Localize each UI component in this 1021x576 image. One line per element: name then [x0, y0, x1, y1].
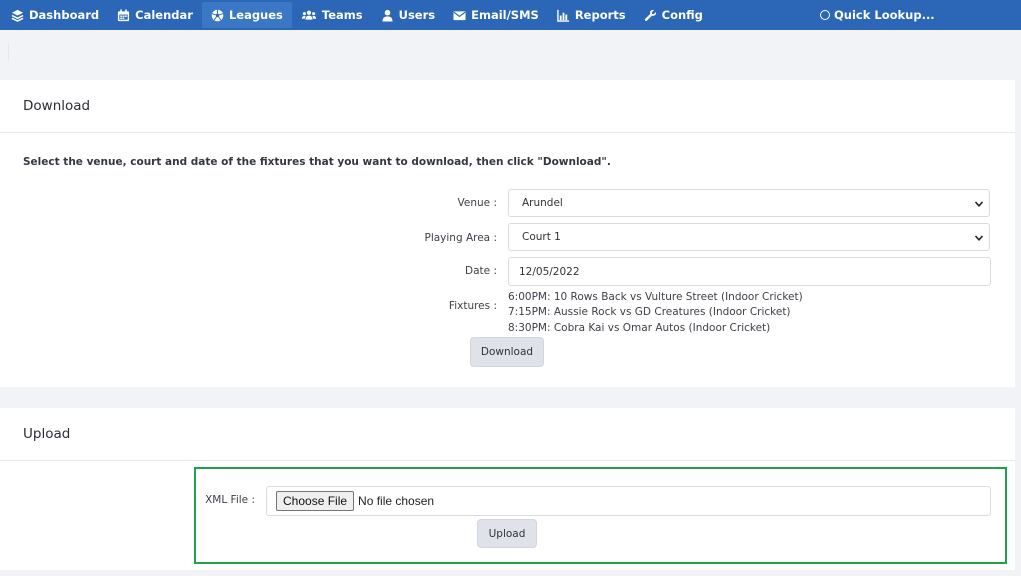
- xml-file-label: XML File :: [205, 494, 255, 506]
- bar-chart-icon: [557, 9, 570, 22]
- download-button[interactable]: Download: [470, 337, 544, 367]
- playing-area-label: Playing Area :: [424, 232, 497, 244]
- calendar-icon: [117, 8, 130, 22]
- venue-select[interactable]: Arundel: [508, 189, 990, 217]
- nav-label: Teams: [321, 8, 363, 22]
- fixture-item: 8:30PM: Cobra Kai vs Omar Autos (Indoor …: [508, 322, 771, 334]
- xml-file-input[interactable]: Choose File No file chosen: [266, 486, 991, 516]
- upload-button[interactable]: Upload: [477, 519, 537, 548]
- download-title: Download: [0, 80, 1015, 133]
- users-group-icon: [301, 9, 317, 22]
- nav-dashboard[interactable]: Dashboard: [2, 0, 108, 30]
- nav-label: Users: [398, 8, 436, 22]
- layers-icon: [11, 9, 24, 22]
- nav-teams[interactable]: Teams: [292, 0, 372, 30]
- playing-area-select[interactable]: Court 1: [508, 223, 990, 251]
- search-icon: [820, 10, 830, 20]
- nav-label: Leagues: [228, 8, 283, 22]
- date-label: Date :: [465, 265, 497, 277]
- fixtures-label: Fixtures :: [448, 300, 497, 312]
- nav-reports[interactable]: Reports: [548, 0, 635, 30]
- divider: [8, 44, 9, 60]
- venue-value: Arundel: [522, 197, 563, 209]
- fixture-item: 7:15PM: Aussie Rock vs GD Creatures (Ind…: [508, 306, 791, 318]
- nav-config[interactable]: Config: [635, 0, 712, 30]
- venue-label: Venue :: [457, 197, 497, 209]
- upload-title: Upload: [0, 408, 1015, 461]
- date-input[interactable]: 12/05/2022: [508, 257, 991, 286]
- envelope-icon: [453, 9, 466, 22]
- nav-label: Email/SMS: [471, 8, 539, 22]
- nav-label: Calendar: [135, 8, 193, 22]
- date-value: 12/05/2022: [519, 265, 580, 278]
- soccer-ball-icon: [211, 9, 224, 22]
- playing-area-value: Court 1: [522, 231, 561, 243]
- top-navbar: Dashboard Calendar Leagues Teams Users E…: [0, 0, 1021, 30]
- download-instructions: Select the venue, court and date of the …: [23, 156, 611, 168]
- nav-label: Dashboard: [29, 8, 100, 22]
- wrench-icon: [644, 9, 657, 22]
- quick-lookup[interactable]: Quick Lookup...: [820, 0, 935, 30]
- nav-calendar[interactable]: Calendar: [108, 0, 202, 30]
- quick-lookup-label: Quick Lookup...: [834, 8, 935, 22]
- choose-file-button[interactable]: Choose File: [276, 491, 355, 511]
- nav-email-sms[interactable]: Email/SMS: [444, 0, 548, 30]
- chevron-down-icon: [974, 201, 984, 207]
- nav-leagues[interactable]: Leagues: [201, 2, 292, 28]
- no-file-text: No file chosen: [358, 494, 435, 508]
- chevron-down-icon: [974, 235, 984, 241]
- nav-users[interactable]: Users: [372, 0, 445, 30]
- nav-label: Config: [661, 8, 703, 22]
- user-icon: [381, 9, 394, 22]
- fixture-item: 6:00PM: 10 Rows Back vs Vulture Street (…: [508, 291, 803, 303]
- nav-label: Reports: [574, 8, 626, 22]
